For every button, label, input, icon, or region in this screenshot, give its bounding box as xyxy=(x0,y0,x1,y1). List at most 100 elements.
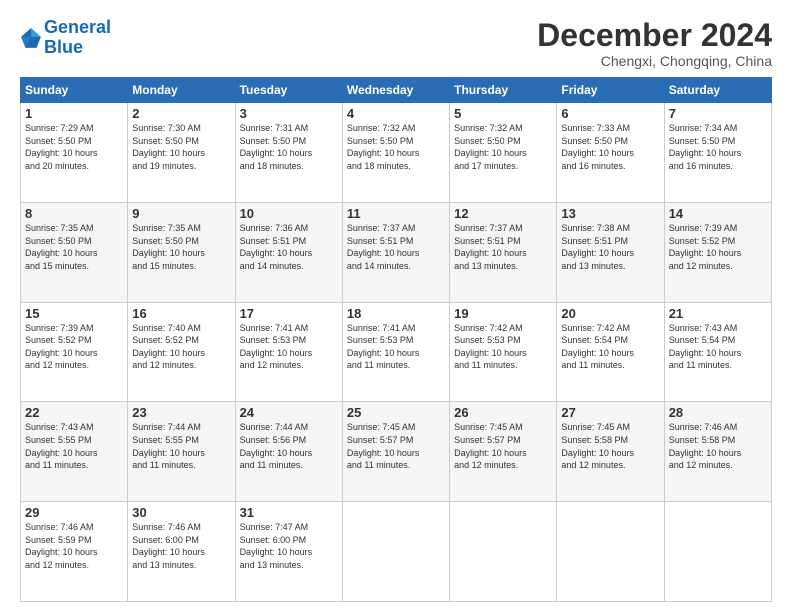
day-number: 27 xyxy=(561,405,659,420)
table-cell: 7Sunrise: 7:34 AM Sunset: 5:50 PM Daylig… xyxy=(664,103,771,203)
page: General Blue December 2024 Chengxi, Chon… xyxy=(0,0,792,612)
day-info: Sunrise: 7:32 AM Sunset: 5:50 PM Dayligh… xyxy=(347,122,445,172)
day-number: 16 xyxy=(132,306,230,321)
day-number: 23 xyxy=(132,405,230,420)
day-number: 11 xyxy=(347,206,445,221)
table-cell: 23Sunrise: 7:44 AM Sunset: 5:55 PM Dayli… xyxy=(128,402,235,502)
day-info: Sunrise: 7:37 AM Sunset: 5:51 PM Dayligh… xyxy=(347,222,445,272)
day-info: Sunrise: 7:35 AM Sunset: 5:50 PM Dayligh… xyxy=(132,222,230,272)
day-number: 8 xyxy=(25,206,123,221)
day-number: 19 xyxy=(454,306,552,321)
table-cell xyxy=(557,502,664,602)
day-info: Sunrise: 7:44 AM Sunset: 5:55 PM Dayligh… xyxy=(132,421,230,471)
day-info: Sunrise: 7:42 AM Sunset: 5:54 PM Dayligh… xyxy=(561,322,659,372)
day-info: Sunrise: 7:34 AM Sunset: 5:50 PM Dayligh… xyxy=(669,122,767,172)
header: General Blue December 2024 Chengxi, Chon… xyxy=(20,18,772,69)
col-saturday: Saturday xyxy=(664,78,771,103)
week-row-5: 29Sunrise: 7:46 AM Sunset: 5:59 PM Dayli… xyxy=(21,502,772,602)
day-info: Sunrise: 7:46 AM Sunset: 5:58 PM Dayligh… xyxy=(669,421,767,471)
day-info: Sunrise: 7:35 AM Sunset: 5:50 PM Dayligh… xyxy=(25,222,123,272)
day-number: 15 xyxy=(25,306,123,321)
day-number: 14 xyxy=(669,206,767,221)
table-cell: 11Sunrise: 7:37 AM Sunset: 5:51 PM Dayli… xyxy=(342,202,449,302)
logo-line1: General xyxy=(44,17,111,37)
table-cell: 14Sunrise: 7:39 AM Sunset: 5:52 PM Dayli… xyxy=(664,202,771,302)
day-info: Sunrise: 7:44 AM Sunset: 5:56 PM Dayligh… xyxy=(240,421,338,471)
week-row-2: 8Sunrise: 7:35 AM Sunset: 5:50 PM Daylig… xyxy=(21,202,772,302)
week-row-3: 15Sunrise: 7:39 AM Sunset: 5:52 PM Dayli… xyxy=(21,302,772,402)
table-cell xyxy=(450,502,557,602)
table-cell: 6Sunrise: 7:33 AM Sunset: 5:50 PM Daylig… xyxy=(557,103,664,203)
day-number: 1 xyxy=(25,106,123,121)
table-cell: 18Sunrise: 7:41 AM Sunset: 5:53 PM Dayli… xyxy=(342,302,449,402)
day-info: Sunrise: 7:29 AM Sunset: 5:50 PM Dayligh… xyxy=(25,122,123,172)
table-cell: 15Sunrise: 7:39 AM Sunset: 5:52 PM Dayli… xyxy=(21,302,128,402)
header-row: Sunday Monday Tuesday Wednesday Thursday… xyxy=(21,78,772,103)
day-number: 2 xyxy=(132,106,230,121)
day-number: 10 xyxy=(240,206,338,221)
col-sunday: Sunday xyxy=(21,78,128,103)
location-subtitle: Chengxi, Chongqing, China xyxy=(537,53,772,69)
day-number: 12 xyxy=(454,206,552,221)
day-number: 18 xyxy=(347,306,445,321)
table-cell: 12Sunrise: 7:37 AM Sunset: 5:51 PM Dayli… xyxy=(450,202,557,302)
table-cell: 26Sunrise: 7:45 AM Sunset: 5:57 PM Dayli… xyxy=(450,402,557,502)
day-info: Sunrise: 7:47 AM Sunset: 6:00 PM Dayligh… xyxy=(240,521,338,571)
week-row-4: 22Sunrise: 7:43 AM Sunset: 5:55 PM Dayli… xyxy=(21,402,772,502)
day-info: Sunrise: 7:33 AM Sunset: 5:50 PM Dayligh… xyxy=(561,122,659,172)
day-info: Sunrise: 7:45 AM Sunset: 5:57 PM Dayligh… xyxy=(347,421,445,471)
day-number: 26 xyxy=(454,405,552,420)
day-number: 7 xyxy=(669,106,767,121)
day-info: Sunrise: 7:46 AM Sunset: 6:00 PM Dayligh… xyxy=(132,521,230,571)
day-info: Sunrise: 7:43 AM Sunset: 5:55 PM Dayligh… xyxy=(25,421,123,471)
day-number: 22 xyxy=(25,405,123,420)
table-cell: 16Sunrise: 7:40 AM Sunset: 5:52 PM Dayli… xyxy=(128,302,235,402)
month-title: December 2024 xyxy=(537,18,772,53)
logo-icon xyxy=(20,27,42,49)
day-info: Sunrise: 7:30 AM Sunset: 5:50 PM Dayligh… xyxy=(132,122,230,172)
table-cell: 13Sunrise: 7:38 AM Sunset: 5:51 PM Dayli… xyxy=(557,202,664,302)
col-thursday: Thursday xyxy=(450,78,557,103)
day-number: 9 xyxy=(132,206,230,221)
table-cell: 2Sunrise: 7:30 AM Sunset: 5:50 PM Daylig… xyxy=(128,103,235,203)
col-friday: Friday xyxy=(557,78,664,103)
table-cell: 1Sunrise: 7:29 AM Sunset: 5:50 PM Daylig… xyxy=(21,103,128,203)
table-cell: 9Sunrise: 7:35 AM Sunset: 5:50 PM Daylig… xyxy=(128,202,235,302)
table-cell: 4Sunrise: 7:32 AM Sunset: 5:50 PM Daylig… xyxy=(342,103,449,203)
logo: General Blue xyxy=(20,18,111,58)
day-info: Sunrise: 7:43 AM Sunset: 5:54 PM Dayligh… xyxy=(669,322,767,372)
day-info: Sunrise: 7:38 AM Sunset: 5:51 PM Dayligh… xyxy=(561,222,659,272)
calendar-table: Sunday Monday Tuesday Wednesday Thursday… xyxy=(20,77,772,602)
col-tuesday: Tuesday xyxy=(235,78,342,103)
table-cell: 22Sunrise: 7:43 AM Sunset: 5:55 PM Dayli… xyxy=(21,402,128,502)
day-number: 29 xyxy=(25,505,123,520)
day-info: Sunrise: 7:42 AM Sunset: 5:53 PM Dayligh… xyxy=(454,322,552,372)
week-row-1: 1Sunrise: 7:29 AM Sunset: 5:50 PM Daylig… xyxy=(21,103,772,203)
table-cell: 19Sunrise: 7:42 AM Sunset: 5:53 PM Dayli… xyxy=(450,302,557,402)
table-cell: 20Sunrise: 7:42 AM Sunset: 5:54 PM Dayli… xyxy=(557,302,664,402)
title-block: December 2024 Chengxi, Chongqing, China xyxy=(537,18,772,69)
day-number: 5 xyxy=(454,106,552,121)
table-cell: 21Sunrise: 7:43 AM Sunset: 5:54 PM Dayli… xyxy=(664,302,771,402)
day-number: 3 xyxy=(240,106,338,121)
day-number: 25 xyxy=(347,405,445,420)
table-cell: 24Sunrise: 7:44 AM Sunset: 5:56 PM Dayli… xyxy=(235,402,342,502)
col-wednesday: Wednesday xyxy=(342,78,449,103)
day-number: 28 xyxy=(669,405,767,420)
col-monday: Monday xyxy=(128,78,235,103)
day-number: 6 xyxy=(561,106,659,121)
day-number: 20 xyxy=(561,306,659,321)
day-info: Sunrise: 7:36 AM Sunset: 5:51 PM Dayligh… xyxy=(240,222,338,272)
table-cell xyxy=(342,502,449,602)
day-info: Sunrise: 7:46 AM Sunset: 5:59 PM Dayligh… xyxy=(25,521,123,571)
logo-line2: Blue xyxy=(44,37,83,57)
table-cell: 17Sunrise: 7:41 AM Sunset: 5:53 PM Dayli… xyxy=(235,302,342,402)
day-info: Sunrise: 7:45 AM Sunset: 5:58 PM Dayligh… xyxy=(561,421,659,471)
day-number: 24 xyxy=(240,405,338,420)
day-number: 21 xyxy=(669,306,767,321)
table-cell: 25Sunrise: 7:45 AM Sunset: 5:57 PM Dayli… xyxy=(342,402,449,502)
day-info: Sunrise: 7:41 AM Sunset: 5:53 PM Dayligh… xyxy=(240,322,338,372)
table-cell: 30Sunrise: 7:46 AM Sunset: 6:00 PM Dayli… xyxy=(128,502,235,602)
day-number: 17 xyxy=(240,306,338,321)
day-number: 31 xyxy=(240,505,338,520)
